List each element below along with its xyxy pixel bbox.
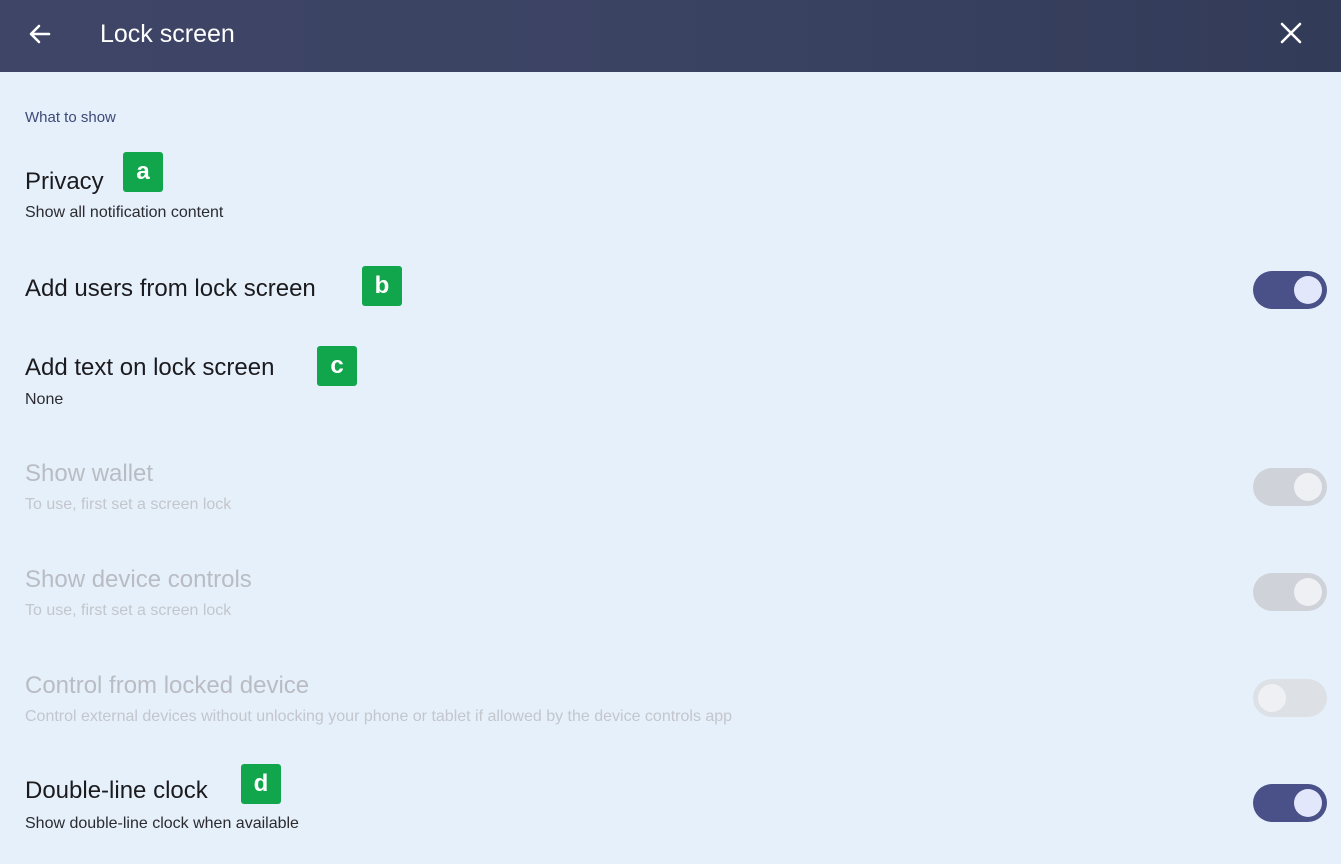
setting-show-wallet: Show wallet To use, first set a screen l… (0, 456, 1341, 520)
setting-title: Privacy (25, 168, 104, 195)
arrow-left-icon (29, 24, 51, 44)
setting-subtitle: Show double-line clock when available (25, 815, 299, 832)
setting-show-device-controls: Show device controls To use, first set a… (0, 562, 1341, 626)
double-line-clock-toggle[interactable] (1253, 784, 1327, 822)
back-button[interactable] (22, 16, 58, 52)
section-header-what-to-show: What to show (25, 109, 116, 126)
setting-add-text-on-lock-screen[interactable]: Add text on lock screen c None (0, 344, 1341, 414)
annotation-badge-d: d (241, 764, 281, 804)
toggle-knob (1294, 276, 1322, 304)
setting-control-from-locked-device: Control from locked device Control exter… (0, 668, 1341, 732)
setting-subtitle: To use, first set a screen lock (25, 496, 232, 513)
setting-add-users-from-lock-screen[interactable]: Add users from lock screen b (0, 264, 1341, 316)
top-app-bar: Lock screen (0, 0, 1341, 72)
setting-privacy[interactable]: Privacy a Show all notification content (0, 152, 1341, 230)
annotation-badge-a: a (123, 152, 163, 192)
toggle-knob (1294, 578, 1322, 606)
setting-title: Add users from lock screen (25, 275, 316, 302)
toggle-knob (1258, 684, 1286, 712)
setting-subtitle: None (25, 391, 64, 408)
setting-title: Show wallet (25, 460, 154, 487)
toggle-knob (1294, 473, 1322, 501)
annotation-badge-b: b (362, 266, 402, 306)
setting-subtitle: Control external devices without unlocki… (25, 708, 733, 725)
show-device-controls-toggle (1253, 573, 1327, 611)
close-button[interactable] (1274, 16, 1308, 50)
setting-title: Add text on lock screen (25, 354, 275, 381)
page-title: Lock screen (100, 20, 235, 48)
control-from-locked-device-toggle (1253, 679, 1327, 717)
setting-double-line-clock[interactable]: Double-line clock d Show double-line clo… (0, 762, 1341, 834)
show-wallet-toggle (1253, 468, 1327, 506)
setting-title: Show device controls (25, 566, 252, 593)
setting-title: Double-line clock (25, 777, 208, 804)
annotation-badge-c: c (317, 346, 357, 386)
toggle-knob (1294, 789, 1322, 817)
setting-subtitle: To use, first set a screen lock (25, 602, 232, 619)
add-users-toggle[interactable] (1253, 271, 1327, 309)
close-icon (1280, 22, 1302, 44)
setting-title: Control from locked device (25, 672, 310, 699)
setting-subtitle: Show all notification content (25, 204, 224, 221)
lock-screen-settings: Lock screen What to show Privacy a Show … (0, 0, 1341, 864)
